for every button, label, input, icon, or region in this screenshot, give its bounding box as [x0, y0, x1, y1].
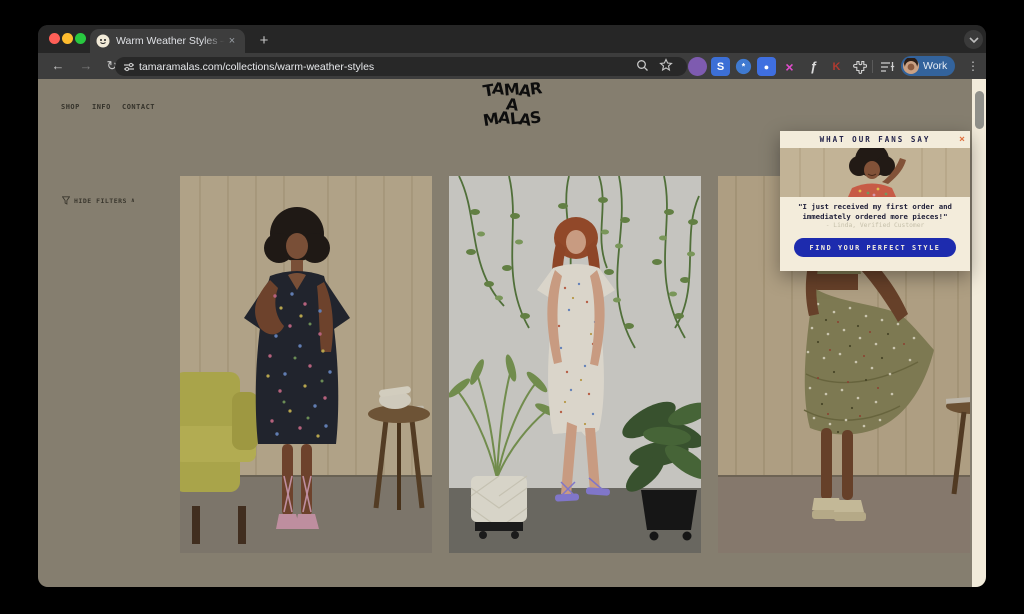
address-bar[interactable]: tamaramalas.com/collections/warm-weather… — [115, 57, 687, 76]
product-photo-navy-floral-dress[interactable] — [180, 176, 432, 553]
forward-button[interactable]: → — [76, 56, 96, 76]
browser-tab[interactable]: Warm Weather Styles – Tama × — [90, 29, 245, 53]
site-page: SHOP INFO CONTACT TAMARA MALAS HIDE FILT… — [38, 79, 986, 587]
site-logo-line2: MALAS — [478, 112, 546, 127]
blue-square-extension-icon[interactable]: ● — [757, 57, 776, 76]
product-photo-white-floral-dress[interactable] — [449, 176, 701, 553]
site-settings-icon[interactable] — [123, 61, 135, 73]
search-omnibox-icon[interactable] — [636, 59, 649, 77]
nav-link-info[interactable]: INFO — [92, 103, 111, 111]
filter-label: HIDE FILTERS — [74, 197, 127, 205]
back-button[interactable]: ← — [48, 56, 68, 76]
zoom-window-button[interactable] — [75, 33, 86, 44]
page-scrollbar-track — [972, 79, 986, 587]
tab-close-icon[interactable]: × — [225, 35, 239, 47]
side-panel-icon[interactable] — [878, 57, 897, 76]
profile-chip-label: Work — [923, 60, 947, 72]
browser-window: Warm Weather Styles – Tama × + ← → ↻ tam… — [38, 25, 986, 587]
profile-chip[interactable]: Work — [901, 56, 955, 76]
extensions-puzzle-icon[interactable] — [850, 57, 869, 76]
pink-x-extension-icon[interactable]: × — [780, 57, 799, 76]
bookmark-star-icon[interactable] — [659, 58, 673, 77]
popup-quote-line1: "I just received my first order and — [780, 202, 970, 211]
hide-filters-toggle[interactable]: HIDE FILTERS ∧ — [62, 196, 135, 205]
purple-circle-extension-icon[interactable] — [688, 57, 707, 76]
nav-link-contact[interactable]: CONTACT — [122, 103, 155, 111]
blue-asterisk-extension-icon[interactable]: * — [736, 59, 751, 74]
tab-strip: Warm Weather Styles – Tama × + — [38, 25, 986, 53]
site-logo[interactable]: TAMARA MALAS — [478, 83, 546, 127]
blue-s-extension-icon[interactable]: S — [711, 57, 730, 76]
popup-cta-button[interactable]: FIND YOUR PERFECT STYLE — [794, 238, 956, 257]
filter-caret-up-icon: ∧ — [131, 197, 135, 204]
browser-menu-kebab-icon[interactable]: ⋮ — [963, 56, 983, 76]
profile-avatar — [903, 58, 919, 74]
tab-search-chevron-icon[interactable] — [964, 30, 983, 49]
browser-toolbar: ← → ↻ tamaramalas.com/collections/warm-w… — [38, 53, 986, 79]
popup-cta-label: FIND YOUR PERFECT STYLE — [810, 244, 941, 252]
popup-close-icon[interactable]: × — [959, 134, 965, 145]
red-k-extension-icon[interactable]: K — [827, 57, 846, 76]
page-scrollbar-thumb[interactable] — [975, 91, 984, 129]
nav-link-shop[interactable]: SHOP — [61, 103, 80, 111]
f-extension-icon[interactable]: ƒ — [804, 57, 823, 76]
new-tab-button[interactable]: + — [254, 31, 274, 51]
site-favicon — [96, 34, 110, 48]
popup-attribution: - Linda, Verified Customer — [780, 222, 970, 229]
url-text: tamaramalas.com/collections/warm-weather… — [139, 61, 374, 73]
popup-quote-line2: immediately ordered more pieces!" — [780, 212, 970, 221]
testimonial-popup: WHAT OUR FANS SAY × "I just receive — [780, 131, 970, 271]
filter-funnel-icon — [62, 196, 70, 205]
toolbar-divider — [872, 60, 873, 73]
minimize-window-button[interactable] — [62, 33, 73, 44]
popup-title: WHAT OUR FANS SAY — [780, 135, 970, 144]
tab-title: Warm Weather Styles – Tama — [116, 35, 225, 47]
popup-customer-photo — [780, 148, 970, 197]
close-window-button[interactable] — [49, 33, 60, 44]
